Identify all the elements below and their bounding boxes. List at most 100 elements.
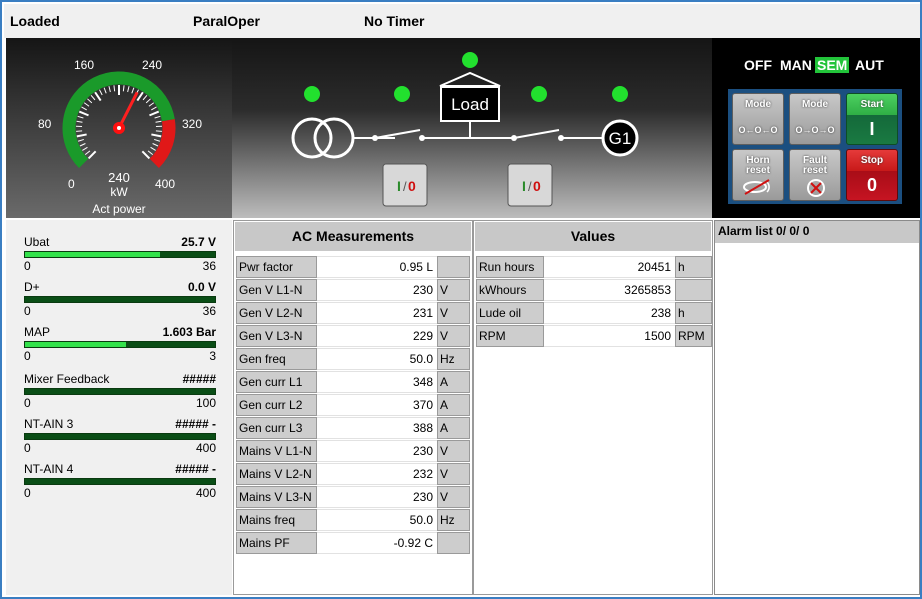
meter-bar xyxy=(24,478,216,485)
meter-bar-fill xyxy=(25,252,160,257)
single-line-diagram: G1 Load I / 0 I / 0 xyxy=(232,38,712,218)
app-window: Loaded ParalOper No Timer 160 240 80 320… xyxy=(0,0,922,599)
generator-label: G1 xyxy=(609,129,632,148)
gauge-tick xyxy=(154,115,161,119)
gauge-tick xyxy=(87,150,97,160)
row-name: Gen curr L3 xyxy=(236,417,317,439)
row-value: 1500 xyxy=(544,325,675,347)
table-row: Gen V L2-N 231 V xyxy=(236,302,470,324)
mode-sem[interactable]: SEM xyxy=(815,57,850,73)
control-panel: OFF MAN SEM AUT Mode O←O←O Mode O→O→O St… xyxy=(712,38,920,218)
table-row: Mains freq 50.0 Hz xyxy=(236,509,470,531)
mode-left-button[interactable]: Mode O←O←O xyxy=(732,93,784,145)
row-value: 229 xyxy=(317,325,437,347)
row-value: 232 xyxy=(317,463,437,485)
gauge-value: 240 xyxy=(108,170,130,185)
stop-symbol: 0 xyxy=(866,175,877,195)
start-label: Start xyxy=(860,99,884,110)
horn-reset-button[interactable]: Horn reset xyxy=(732,149,784,201)
gauge-tick xyxy=(145,98,151,104)
row-name: Mains V L1-N xyxy=(236,440,317,462)
table-row: Gen curr L3 388 A xyxy=(236,417,470,439)
meter-bar xyxy=(24,341,216,348)
meter-value: 25.7 V xyxy=(181,235,216,249)
row-unit: V xyxy=(437,440,470,462)
mode-right-button[interactable]: Mode O→O→O xyxy=(789,93,841,145)
mains-breaker-on-symbol: I xyxy=(397,178,401,194)
meter-value: 0.0 V xyxy=(187,280,216,294)
gauge-tick xyxy=(155,120,162,123)
gauge-unit: kW xyxy=(110,185,128,199)
row-name: Gen V L3-N xyxy=(236,325,317,347)
meter-bar xyxy=(24,433,216,440)
row-unit: h xyxy=(675,256,712,278)
meter-min: 0 xyxy=(24,441,31,455)
row-value: 230 xyxy=(317,486,437,508)
load-roof xyxy=(439,71,501,87)
mode-left-label: Mode xyxy=(744,99,772,110)
horn-reset-label-line2: reset xyxy=(746,165,770,176)
power-gauge: 160 240 80 320 0 400 240 kW Act power xyxy=(38,58,202,216)
alarm-list-panel: Alarm list 0/ 0/ 0 xyxy=(714,220,920,595)
table-row: Gen V L3-N 229 V xyxy=(236,325,470,347)
gauge-scale-160: 160 xyxy=(74,58,94,72)
timer-status: No Timer xyxy=(364,13,425,29)
gauge-tick xyxy=(122,85,125,92)
gauge-tick xyxy=(79,143,86,147)
mode-right-label: Mode xyxy=(801,99,829,110)
transformer-icon xyxy=(291,117,333,159)
gauge-tick xyxy=(77,138,84,142)
gauge-tick xyxy=(152,143,159,147)
row-unit xyxy=(437,532,470,554)
row-value: 370 xyxy=(317,394,437,416)
mains-breaker-off-symbol: 0 xyxy=(408,178,416,194)
gauge-tick xyxy=(151,133,162,138)
operation-mode-status: ParalOper xyxy=(193,13,260,29)
meter-value: ##### - xyxy=(175,462,216,476)
meter-name: Ubat xyxy=(24,235,50,249)
mode-aut[interactable]: AUT xyxy=(855,57,884,73)
row-value: 348 xyxy=(317,371,437,393)
breaker-separator: / xyxy=(528,179,532,194)
mode-man[interactable]: MAN xyxy=(780,57,812,73)
table-row: kWhours 3265853 xyxy=(476,279,712,301)
meter-name: NT-AIN 3 xyxy=(24,417,74,431)
row-name: Lude oil xyxy=(476,302,544,324)
row-value: 50.0 xyxy=(317,348,437,370)
gauge-title: Act power xyxy=(92,202,145,216)
meter-bar xyxy=(24,388,216,395)
start-button[interactable]: Start I xyxy=(846,93,898,145)
row-value: 230 xyxy=(317,440,437,462)
gauge-tick xyxy=(154,138,161,142)
row-name: Pwr factor xyxy=(236,256,317,278)
gauge-tick xyxy=(150,146,156,151)
mode-off[interactable]: OFF xyxy=(744,57,772,73)
gauge-tick xyxy=(103,87,107,94)
gauge-scale-240: 240 xyxy=(142,58,162,72)
gauge-tick xyxy=(99,89,103,96)
row-value: 3265853 xyxy=(544,279,675,301)
gauge-tick xyxy=(90,94,96,101)
stop-button[interactable]: Stop 0 xyxy=(846,149,898,201)
meter-max: 400 xyxy=(195,441,216,455)
alarm-list-title: Alarm list 0/ 0/ 0 xyxy=(715,221,919,243)
generator-breaker-switch xyxy=(513,129,560,139)
row-value: 231 xyxy=(317,302,437,324)
meter-value: ##### - xyxy=(175,417,216,431)
state-status: Loaded xyxy=(10,13,60,29)
fault-reset-button[interactable]: Fault reset xyxy=(789,149,841,201)
gauge-scale-0: 0 xyxy=(68,177,75,191)
meter-min: 0 xyxy=(24,259,31,273)
values-title: Values xyxy=(474,221,712,252)
gauge-needle xyxy=(117,91,139,129)
row-value: 238 xyxy=(544,302,675,324)
meter-name: Mixer Feedback xyxy=(24,372,110,386)
generator-indicator-led xyxy=(612,86,628,102)
table-row: Run hours 20451 h xyxy=(476,256,712,278)
gauge-tick xyxy=(147,150,154,156)
gauge-tick xyxy=(87,98,93,104)
mains-breaker-switch xyxy=(374,129,421,139)
row-name: RPM xyxy=(476,325,544,347)
meter-name: MAP xyxy=(24,325,51,339)
table-row: Gen V L1-N 230 V xyxy=(236,279,470,301)
